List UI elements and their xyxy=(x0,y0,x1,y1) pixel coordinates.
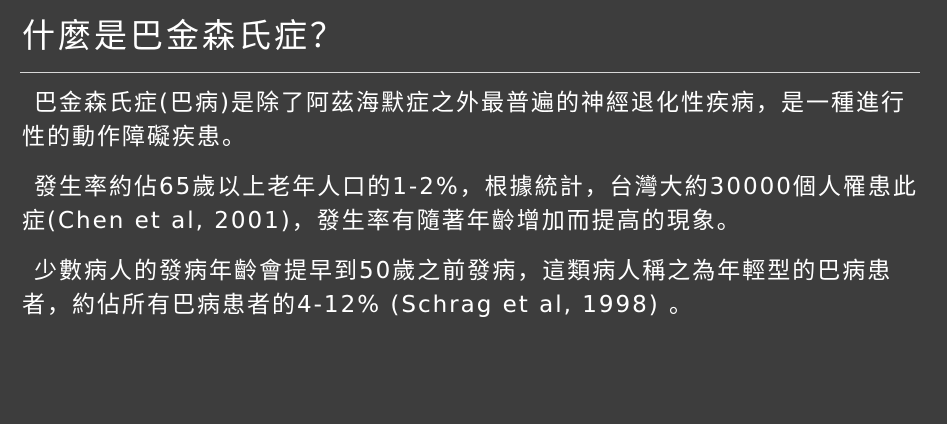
slide-title: 什麼是巴金森氏症？ xyxy=(22,16,346,55)
title-divider xyxy=(20,72,920,73)
slide-body: 巴金森氏症(巴病)是除了阿茲海默症之外最普遍的神經退化性疾病，是一種進行性的動作… xyxy=(22,86,927,338)
paragraph-incidence: 發生率約佔65歲以上老年人口的1-2%，根據統計，台灣大約30000個人罹患此症… xyxy=(22,174,918,234)
paragraph-young-onset: 少數病人的發病年齡會提早到50歲之前發病，這類病人稱之為年輕型的巴病患者，約佔所… xyxy=(22,258,893,318)
paragraph-definition: 巴金森氏症(巴病)是除了阿茲海默症之外最普遍的神經退化性疾病，是一種進行性的動作… xyxy=(22,90,906,150)
